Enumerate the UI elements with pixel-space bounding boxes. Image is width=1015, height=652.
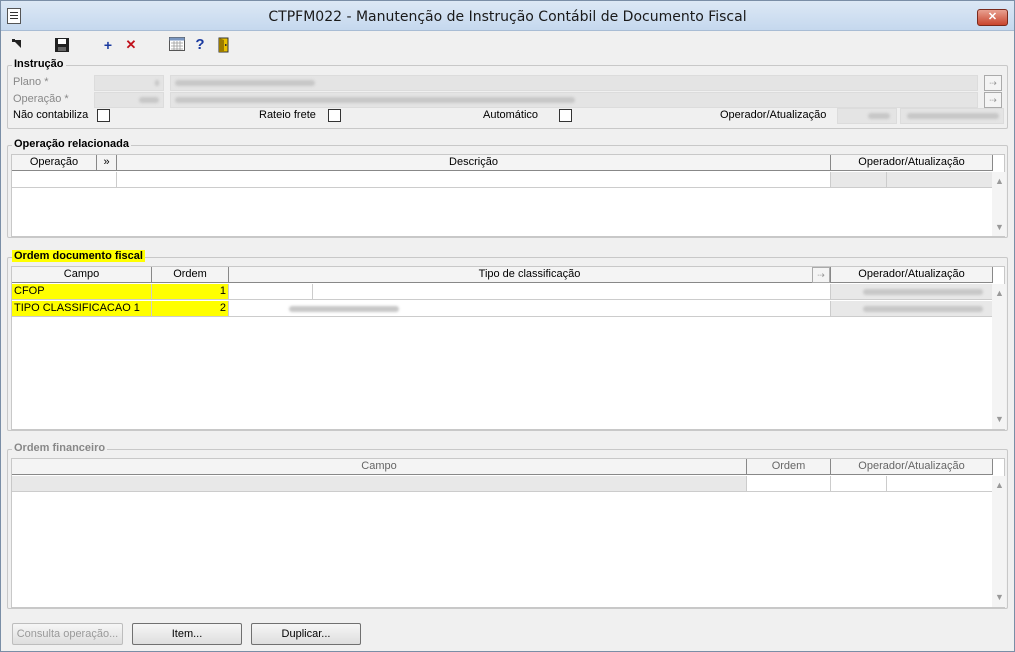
table-cell	[12, 476, 747, 492]
ordem-documento-fiscal-group: Ordem documento fiscal Campo Ordem Tipo …	[7, 250, 1008, 431]
window-title: CTPFM022 - Manutenção de Instrução Contá…	[268, 9, 747, 25]
col-descricao-header[interactable]: Descrição	[117, 155, 831, 171]
instrucao-legend: Instrução	[12, 58, 66, 70]
operador-cell	[831, 284, 993, 300]
expand-columns-icon[interactable]: »	[97, 155, 117, 171]
col-campo-header[interactable]: Campo	[12, 267, 152, 283]
operacao-label: Operação *	[13, 93, 69, 105]
scroll-up-icon[interactable]: ▲	[995, 480, 1004, 490]
ordem-cell[interactable]: 1	[152, 284, 229, 300]
col-operador-header[interactable]: Operador/Atualização	[831, 155, 993, 171]
delete-icon[interactable]: ✕	[123, 37, 139, 53]
main-window: CTPFM022 - Manutenção de Instrução Contá…	[0, 0, 1015, 652]
item-button[interactable]: Item...	[132, 623, 242, 645]
nao-contabiliza-checkbox[interactable]	[97, 109, 110, 122]
operacao-relacionada-group: Operação relacionada Operação » Descriçã…	[7, 138, 1008, 238]
vertical-scrollbar[interactable]: ▲ ▼	[992, 284, 1006, 429]
operacao-code-field[interactable]	[94, 92, 164, 108]
plano-lookup-icon[interactable]: ⇢	[984, 75, 1002, 91]
col-tipo-classificacao-header[interactable]: Tipo de classificação	[229, 267, 831, 283]
table-cell	[887, 172, 993, 188]
automatico-checkbox[interactable]	[559, 109, 572, 122]
ordem-financeiro-legend: Ordem financeiro	[12, 442, 108, 454]
rateio-frete-label: Rateio frete	[259, 109, 316, 121]
save-icon[interactable]	[54, 37, 70, 53]
consulta-operacao-button[interactable]: Consulta operação...	[12, 623, 123, 645]
duplicar-button[interactable]: Duplicar...	[251, 623, 361, 645]
plano-description-field	[170, 75, 978, 91]
col-ordem-header[interactable]: Ordem	[747, 459, 831, 475]
atualizacao-field	[900, 108, 1004, 124]
col-operador-header[interactable]: Operador/Atualização	[831, 267, 993, 283]
campo-cell[interactable]: CFOP	[12, 284, 152, 300]
ordem-financeiro-grid: Campo Ordem Operador/Atualização ▲ ▼	[11, 458, 1006, 608]
operacao-relacionada-legend: Operação relacionada	[12, 138, 131, 150]
ordem-financeiro-group: Ordem financeiro Campo Ordem Operador/At…	[7, 442, 1008, 609]
calendar-icon[interactable]	[169, 37, 185, 53]
toolbar: + ✕ ?	[1, 32, 1014, 58]
col-operacao-header[interactable]: Operação	[12, 155, 97, 171]
operador-cell	[831, 301, 993, 317]
operacao-lookup-icon[interactable]: ⇢	[984, 92, 1002, 108]
scroll-down-icon[interactable]: ▼	[995, 414, 1004, 424]
scroll-down-icon[interactable]: ▼	[995, 222, 1004, 232]
table-cell[interactable]	[12, 172, 117, 188]
rateio-frete-checkbox[interactable]	[328, 109, 341, 122]
add-icon[interactable]: +	[100, 37, 116, 53]
navigate-icon[interactable]	[9, 37, 25, 53]
table-cell	[747, 476, 831, 492]
vertical-scrollbar[interactable]: ▲ ▼	[992, 476, 1006, 607]
scroll-down-icon[interactable]: ▼	[995, 592, 1004, 602]
close-button[interactable]: ✕	[977, 9, 1008, 26]
tipo-description-cell	[313, 284, 831, 300]
table-cell	[831, 172, 887, 188]
title-bar: CTPFM022 - Manutenção de Instrução Contá…	[1, 1, 1014, 31]
operacao-relacionada-grid: Operação » Descrição Operador/Atualizaçã…	[11, 154, 1006, 237]
ordem-documento-fiscal-legend: Ordem documento fiscal	[12, 250, 145, 262]
table-cell	[887, 476, 993, 492]
operacao-description-field	[170, 92, 978, 108]
tipo-code-cell[interactable]	[229, 284, 313, 300]
operador-atualizacao-label: Operador/Atualização	[720, 109, 827, 121]
exit-door-icon[interactable]	[216, 37, 232, 53]
vertical-scrollbar[interactable]: ▲ ▼	[992, 172, 1006, 236]
plano-label: Plano *	[13, 76, 49, 88]
plano-code-field[interactable]	[94, 75, 164, 91]
table-cell	[831, 476, 887, 492]
operador-field	[837, 108, 897, 124]
table-cell[interactable]	[117, 172, 831, 188]
tipo-classificacao-lookup-icon[interactable]: ⇢	[812, 267, 830, 283]
ordem-documento-fiscal-grid: Campo Ordem Tipo de classificação ⇢ Oper…	[11, 266, 1006, 430]
nao-contabiliza-label: Não contabiliza	[13, 109, 89, 121]
scroll-up-icon[interactable]: ▲	[995, 288, 1004, 298]
help-icon[interactable]: ?	[192, 37, 208, 53]
scroll-up-icon[interactable]: ▲	[995, 176, 1004, 186]
ordem-cell[interactable]: 2	[152, 301, 229, 317]
campo-cell[interactable]: TIPO CLASSIFICACAO 1	[12, 301, 152, 317]
automatico-label: Automático	[483, 109, 539, 121]
col-operador-header[interactable]: Operador/Atualização	[831, 459, 993, 475]
tipo-classificacao-cell[interactable]	[229, 301, 831, 317]
col-ordem-header[interactable]: Ordem	[152, 267, 229, 283]
col-campo-header[interactable]: Campo	[12, 459, 747, 475]
instrucao-group: Instrução Plano * ⇢ Operação * ⇢ Não con…	[7, 58, 1008, 129]
